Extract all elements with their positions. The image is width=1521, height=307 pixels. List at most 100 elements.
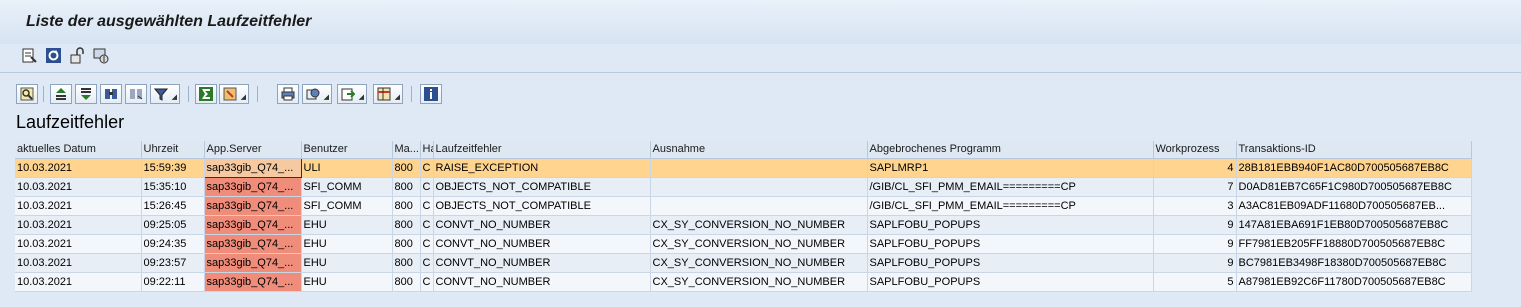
cell-runtime-error[interactable]: CONVT_NO_NUMBER <box>433 272 651 292</box>
cell-work-process[interactable]: 9 <box>1153 253 1237 273</box>
cell-host[interactable]: C <box>420 196 434 216</box>
cell-app-server[interactable]: sap33gib_Q74_... <box>204 272 302 292</box>
find-button[interactable] <box>100 84 122 104</box>
find-next-button[interactable] <box>125 84 147 104</box>
cell-user[interactable]: ULI <box>301 158 393 178</box>
cell-host[interactable]: C <box>420 234 434 254</box>
filter-button[interactable]: ◢ <box>150 84 180 104</box>
column-header-date[interactable]: aktuelles Datum <box>15 141 142 159</box>
column-header-app-server[interactable]: App.Server <box>204 141 302 159</box>
column-header-runtime-error[interactable]: Laufzeitfehler <box>433 141 651 159</box>
cell-time[interactable]: 15:59:39 <box>141 158 205 178</box>
cell-date[interactable]: 10.03.2021 <box>15 196 142 216</box>
display-icon[interactable] <box>21 47 38 64</box>
cell-transaction-id[interactable]: BC7981EB3498F18380D700505687EB8C <box>1236 253 1472 273</box>
column-header-time[interactable]: Uhrzeit <box>141 141 205 159</box>
cell-aborted-program[interactable]: /GIB/CL_SFI_PMM_EMAIL=========CP <box>867 196 1154 216</box>
cell-work-process[interactable]: 9 <box>1153 215 1237 235</box>
debug-icon[interactable] <box>93 47 110 64</box>
cell-exception[interactable]: CX_SY_CONVERSION_NO_NUMBER <box>650 253 868 273</box>
cell-work-process[interactable]: 9 <box>1153 234 1237 254</box>
cell-app-server[interactable]: sap33gib_Q74_... <box>204 177 302 197</box>
table-row[interactable]: 10.03.2021 15:26:45 sap33gib_Q74_... SFI_CO… <box>15 196 1472 216</box>
table-row[interactable]: 10.03.2021 09:25:05 sap33gib_Q74_... EHU 800… <box>15 215 1472 235</box>
table-row[interactable]: 10.03.2021 09:22:11 sap33gib_Q74_... EHU 800… <box>15 272 1472 292</box>
cell-time[interactable]: 09:25:05 <box>141 215 205 235</box>
cell-client[interactable]: 800 <box>392 272 421 292</box>
refresh-icon[interactable] <box>45 47 62 64</box>
cell-host[interactable]: C <box>420 215 434 235</box>
table-row[interactable]: 10.03.2021 09:23:57 sap33gib_Q74_... EHU 800… <box>15 253 1472 273</box>
table-row[interactable]: 10.03.2021 15:59:39 sap33gib_Q74_... ULI 800… <box>15 157 1472 178</box>
cell-runtime-error[interactable]: OBJECTS_NOT_COMPATIBLE <box>433 196 651 216</box>
cell-time[interactable]: 09:22:11 <box>141 272 205 292</box>
cell-time[interactable]: 15:35:10 <box>141 177 205 197</box>
cell-date[interactable]: 10.03.2021 <box>15 272 142 292</box>
cell-user[interactable]: SFI_COMM <box>301 177 393 197</box>
cell-app-server[interactable]: sap33gib_Q74_... <box>204 196 302 216</box>
sum-button[interactable] <box>195 84 217 104</box>
cell-user[interactable]: EHU <box>301 253 393 273</box>
column-header-transaction-id[interactable]: Transaktions-ID <box>1236 141 1472 159</box>
cell-runtime-error[interactable]: OBJECTS_NOT_COMPATIBLE <box>433 177 651 197</box>
cell-time[interactable]: 09:24:35 <box>141 234 205 254</box>
cell-host[interactable]: C <box>420 253 434 273</box>
info-button[interactable] <box>420 84 442 104</box>
cell-exception[interactable] <box>650 196 868 216</box>
subtotal-button[interactable]: ◢ <box>219 84 249 104</box>
cell-user[interactable]: EHU <box>301 234 393 254</box>
cell-transaction-id[interactable]: 147A81EBA691F1EB80D700505687EB8C <box>1236 215 1472 235</box>
column-header-host[interactable]: Ha <box>420 141 434 159</box>
cell-work-process[interactable]: 4 <box>1153 158 1237 178</box>
cell-exception[interactable] <box>650 158 868 178</box>
column-header-work-process[interactable]: Workprozess <box>1153 141 1237 159</box>
cell-client[interactable]: 800 <box>392 234 421 254</box>
cell-host[interactable]: C <box>420 177 434 197</box>
cell-exception[interactable]: CX_SY_CONVERSION_NO_NUMBER <box>650 215 868 235</box>
cell-date[interactable]: 10.03.2021 <box>15 158 142 178</box>
column-header-user[interactable]: Benutzer <box>301 141 393 159</box>
details-button[interactable] <box>16 84 38 104</box>
cell-transaction-id[interactable]: 28B181EBB940F1AC80D700505687EB8C <box>1236 158 1472 178</box>
print-button[interactable] <box>277 84 299 104</box>
cell-user[interactable]: EHU <box>301 272 393 292</box>
cell-work-process[interactable]: 7 <box>1153 177 1237 197</box>
views-button[interactable]: ◢ <box>302 84 332 104</box>
cell-date[interactable]: 10.03.2021 <box>15 234 142 254</box>
cell-app-server[interactable]: sap33gib_Q74_... <box>204 215 302 235</box>
cell-aborted-program[interactable]: SAPLMRP1 <box>867 158 1154 178</box>
cell-aborted-program[interactable]: SAPLFOBU_POPUPS <box>867 215 1154 235</box>
cell-time[interactable]: 15:26:45 <box>141 196 205 216</box>
cell-runtime-error[interactable]: CONVT_NO_NUMBER <box>433 253 651 273</box>
cell-transaction-id[interactable]: A3AC81EB09ADF11680D700505687EB... <box>1236 196 1472 216</box>
table-row[interactable]: 10.03.2021 09:24:35 sap33gib_Q74_... EHU 800… <box>15 234 1472 254</box>
cell-work-process[interactable]: 5 <box>1153 272 1237 292</box>
cell-client[interactable]: 800 <box>392 158 421 178</box>
cell-aborted-program[interactable]: SAPLFOBU_POPUPS <box>867 272 1154 292</box>
cell-user[interactable]: SFI_COMM <box>301 196 393 216</box>
cell-client[interactable]: 800 <box>392 215 421 235</box>
sort-ascending-button[interactable] <box>50 84 72 104</box>
cell-exception[interactable]: CX_SY_CONVERSION_NO_NUMBER <box>650 272 868 292</box>
cell-user[interactable]: EHU <box>301 215 393 235</box>
cell-host[interactable]: C <box>420 272 434 292</box>
cell-app-server[interactable]: sap33gib_Q74_... <box>204 234 302 254</box>
cell-exception[interactable] <box>650 177 868 197</box>
cell-app-server[interactable]: sap33gib_Q74_... <box>203 157 302 178</box>
cell-runtime-error[interactable]: CONVT_NO_NUMBER <box>433 215 651 235</box>
cell-transaction-id[interactable]: A87981EB92C6F11780D700505687EB8C <box>1236 272 1472 292</box>
cell-date[interactable]: 10.03.2021 <box>15 177 142 197</box>
cell-client[interactable]: 800 <box>392 177 421 197</box>
cell-aborted-program[interactable]: /GIB/CL_SFI_PMM_EMAIL=========CP <box>867 177 1154 197</box>
cell-time[interactable]: 09:23:57 <box>141 253 205 273</box>
sort-descending-button[interactable] <box>75 84 97 104</box>
export-button[interactable]: ◢ <box>337 84 367 104</box>
column-header-aborted-program[interactable]: Abgebrochenes Programm <box>867 141 1154 159</box>
cell-client[interactable]: 800 <box>392 196 421 216</box>
cell-aborted-program[interactable]: SAPLFOBU_POPUPS <box>867 234 1154 254</box>
cell-client[interactable]: 800 <box>392 253 421 273</box>
table-row[interactable]: 10.03.2021 15:35:10 sap33gib_Q74_... SFI_CO… <box>15 177 1472 197</box>
cell-host[interactable]: C <box>420 158 434 178</box>
column-header-client[interactable]: Ma... <box>392 141 421 159</box>
cell-transaction-id[interactable]: FF7981EB205FF18880D700505687EB8C <box>1236 234 1472 254</box>
